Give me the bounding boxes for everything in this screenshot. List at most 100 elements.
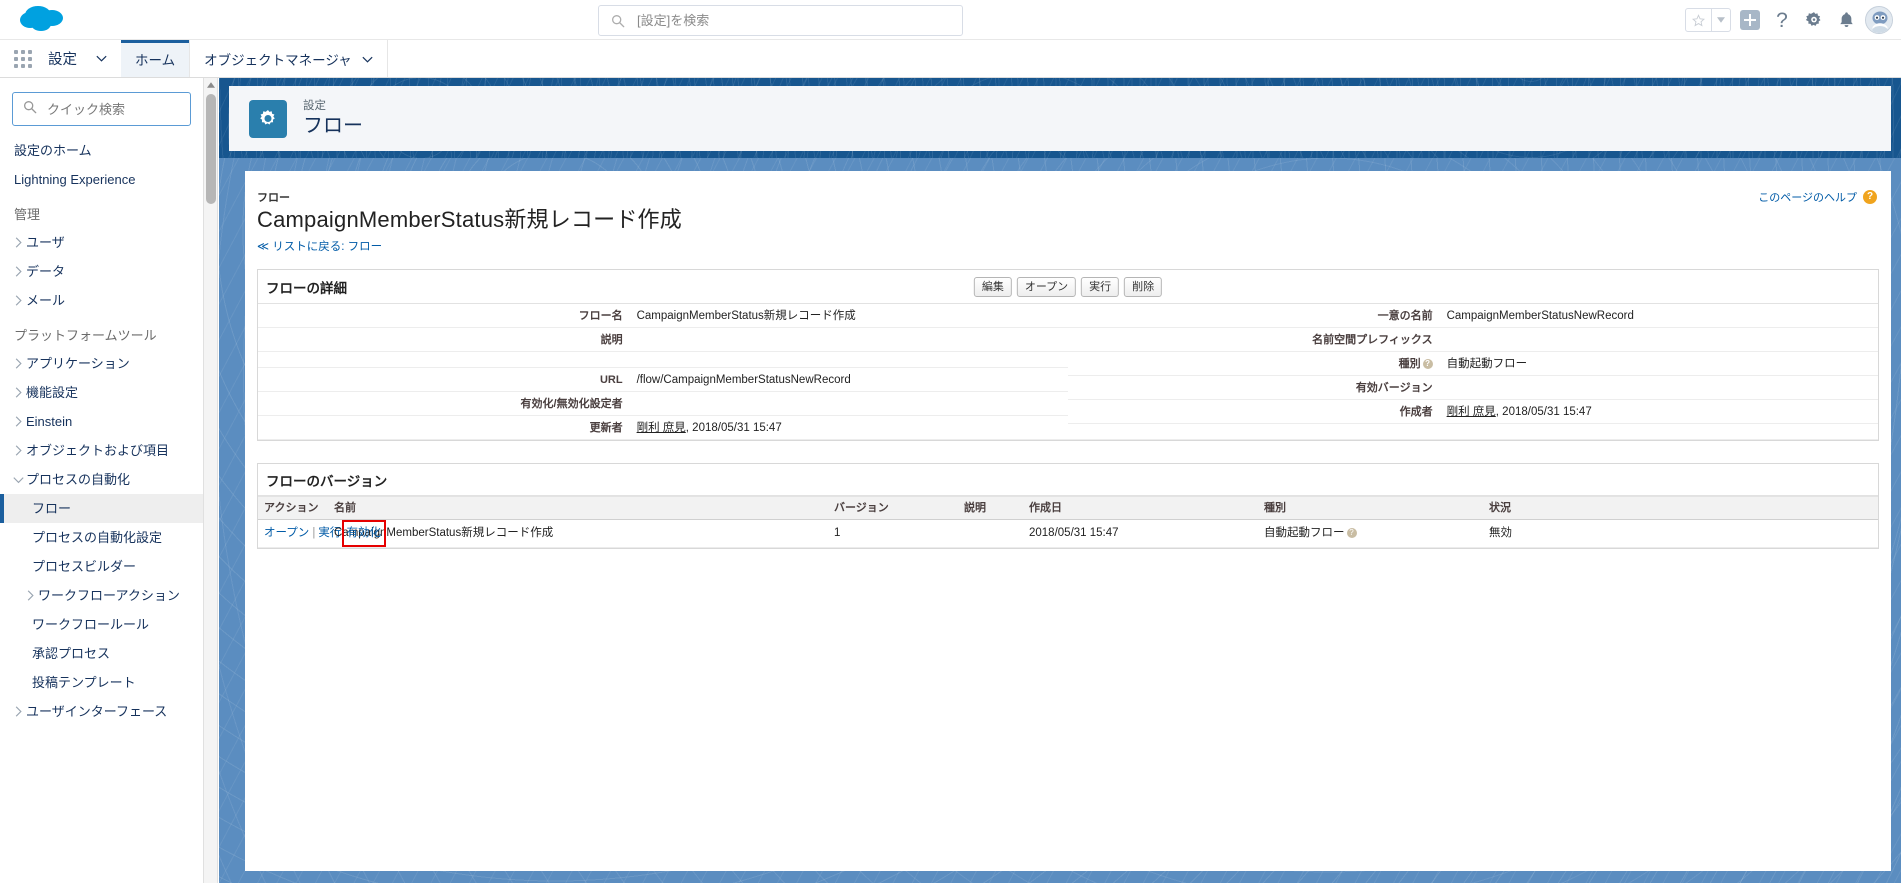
setup-eyebrow: 設定 [303, 99, 363, 113]
field-value: 剛利 庶見, 2018/05/31 15:47 [631, 416, 1068, 439]
search-input[interactable] [635, 12, 935, 29]
field-value: CampaignMemberStatusNewRecord [1441, 304, 1878, 327]
app-switcher-caret-icon[interactable] [81, 40, 121, 77]
detail-row: 有効バージョン [1068, 376, 1878, 400]
sidebar-item-users[interactable]: ユーザ [0, 228, 203, 257]
favorites-control[interactable] [1685, 8, 1731, 32]
global-search[interactable] [598, 5, 963, 36]
sidebar-item-process-automation-settings[interactable]: プロセスの自動化設定 [0, 523, 203, 552]
column-header-status[interactable]: 状況 [1483, 497, 1878, 520]
content-card: フロー CampaignMemberStatus新規レコード作成 ≪ リストに戻… [245, 171, 1891, 871]
user-link[interactable]: 剛利 庶見 [637, 422, 686, 434]
field-value [631, 352, 1068, 361]
flow-detail-header: フローの詳細 編集 オープン 実行 削除 [258, 270, 1878, 304]
sidebar-item-label: プロセスの自動化 [26, 471, 130, 488]
flow-detail-fields: フロー名 CampaignMemberStatus新規レコード作成 説明 URL… [258, 304, 1878, 440]
column-header-type[interactable]: 種別 [1258, 497, 1483, 520]
page-help-link[interactable]: このページのヘルプ ? [1758, 189, 1877, 205]
scroll-up-arrow-icon[interactable] [204, 78, 218, 92]
sidebar-item-label: データ [26, 263, 65, 280]
sidebar-item-email[interactable]: メール [0, 286, 203, 315]
edit-button[interactable]: 編集 [974, 277, 1012, 297]
chevron-right-icon [10, 387, 26, 398]
tab-object-manager[interactable]: オブジェクトマネージャ [190, 40, 388, 77]
user-avatar[interactable] [1865, 6, 1893, 34]
row-action-activate[interactable]: 有効化 [347, 527, 382, 539]
column-header-description[interactable]: 説明 [958, 497, 1023, 520]
sidebar-item-einstein[interactable]: Einstein [0, 407, 203, 436]
field-label: 有効バージョン [1068, 376, 1441, 399]
field-value: CampaignMemberStatus新規レコード作成 [631, 304, 1068, 327]
sidebar-item-workflow-actions[interactable]: ワークフローアクション [0, 581, 203, 610]
field-label [1068, 424, 1441, 433]
setup-page-title: フロー [303, 113, 363, 139]
chevron-right-icon [10, 358, 26, 369]
info-icon[interactable]: ? [1423, 359, 1433, 369]
detail-row: 有効化/無効化設定者 [258, 392, 1068, 416]
sidebar-item-approval-processes[interactable]: 承認プロセス [0, 639, 203, 668]
field-value-suffix: , 2018/05/31 15:47 [1496, 406, 1592, 418]
salesforce-cloud-logo[interactable] [14, 1, 74, 39]
sidebar-item-workflow-rules[interactable]: ワークフロールール [0, 610, 203, 639]
page-header: フロー CampaignMemberStatus新規レコード作成 ≪ リストに戻… [245, 171, 1891, 255]
sidebar-item-flows[interactable]: フロー [0, 494, 203, 523]
field-value [631, 328, 1068, 337]
page-kicker: フロー [257, 191, 1875, 205]
app-launcher-icon[interactable] [0, 40, 46, 77]
user-link[interactable]: 剛利 庶見 [1447, 406, 1496, 418]
flow-detail-right-column: 一意の名前 CampaignMemberStatusNewRecord 名前空間… [1068, 304, 1878, 440]
page-scrollbar[interactable] [204, 78, 218, 883]
quick-find-input[interactable] [45, 101, 175, 118]
tab-home[interactable]: ホーム [121, 40, 190, 77]
sidebar-item-process-builder[interactable]: プロセスビルダー [0, 552, 203, 581]
cell-version: 1 [828, 520, 958, 548]
sidebar-item-objects-and-fields[interactable]: オブジェクトおよび項目 [0, 436, 203, 465]
cell-name: CampaignMemberStatus新規レコード作成 [328, 520, 828, 548]
row-action-open[interactable]: オープン [264, 527, 309, 539]
info-icon[interactable]: ? [1347, 528, 1357, 538]
open-button[interactable]: オープン [1017, 277, 1076, 297]
help-question-icon[interactable]: ? [1863, 190, 1877, 204]
gear-icon [249, 100, 287, 138]
column-header-action[interactable]: アクション [258, 497, 328, 520]
sidebar-item-process-automation[interactable]: プロセスの自動化 [0, 465, 203, 494]
setup-context-card: 設定 フロー [229, 86, 1891, 151]
global-actions-plus-icon[interactable] [1737, 7, 1763, 33]
field-label: 一意の名前 [1068, 304, 1441, 327]
help-question-icon[interactable]: ? [1769, 7, 1795, 33]
breadcrumb[interactable]: ≪ リストに戻る: フロー [257, 240, 1875, 255]
sidebar-item-label: ユーザインターフェース [26, 703, 167, 720]
sidebar-item-label: メール [26, 292, 65, 309]
run-button[interactable]: 実行 [1081, 277, 1119, 297]
detail-row: 名前空間プレフィックス [1068, 328, 1878, 352]
column-header-created-date[interactable]: 作成日 [1023, 497, 1258, 520]
favorite-star-icon[interactable] [1686, 9, 1712, 31]
sidebar-item-apps[interactable]: アプリケーション [0, 349, 203, 378]
sidebar-item-user-interface[interactable]: ユーザインターフェース [0, 697, 203, 726]
delete-button[interactable]: 削除 [1124, 277, 1162, 297]
favorite-dropdown-icon[interactable] [1712, 9, 1730, 31]
notifications-bell-icon[interactable] [1833, 7, 1859, 33]
setup-gear-icon[interactable] [1801, 7, 1827, 33]
flow-detail-title: フローの詳細 [266, 277, 347, 297]
sidebar-item-post-templates[interactable]: 投稿テンプレート [0, 668, 203, 697]
sidebar-item-setup-home[interactable]: 設定のホーム [0, 136, 203, 165]
detail-row: 一意の名前 CampaignMemberStatusNewRecord [1068, 304, 1878, 328]
column-header-name[interactable]: 名前 [328, 497, 828, 520]
page-title: CampaignMemberStatus新規レコード作成 [257, 205, 1875, 234]
field-value [1441, 424, 1878, 433]
field-value: 自動起動フロー [1441, 352, 1878, 375]
chevron-right-icon [10, 237, 26, 248]
table-header-row: アクション 名前 バージョン 説明 作成日 種別 状況 [258, 497, 1878, 520]
field-label: 種別? [1068, 352, 1441, 375]
chevron-down-icon[interactable] [362, 51, 373, 66]
detail-row [258, 352, 1068, 368]
sidebar-item-feature-settings[interactable]: 機能設定 [0, 378, 203, 407]
scrollbar-thumb[interactable] [206, 94, 216, 204]
sidebar-item-data[interactable]: データ [0, 257, 203, 286]
cell-actions: オープン|実行 有効化 [258, 520, 328, 548]
quick-find-box[interactable] [12, 92, 191, 126]
global-header: ? [0, 0, 1901, 40]
sidebar-item-lightning-experience[interactable]: Lightning Experience [0, 165, 203, 194]
column-header-version[interactable]: バージョン [828, 497, 958, 520]
